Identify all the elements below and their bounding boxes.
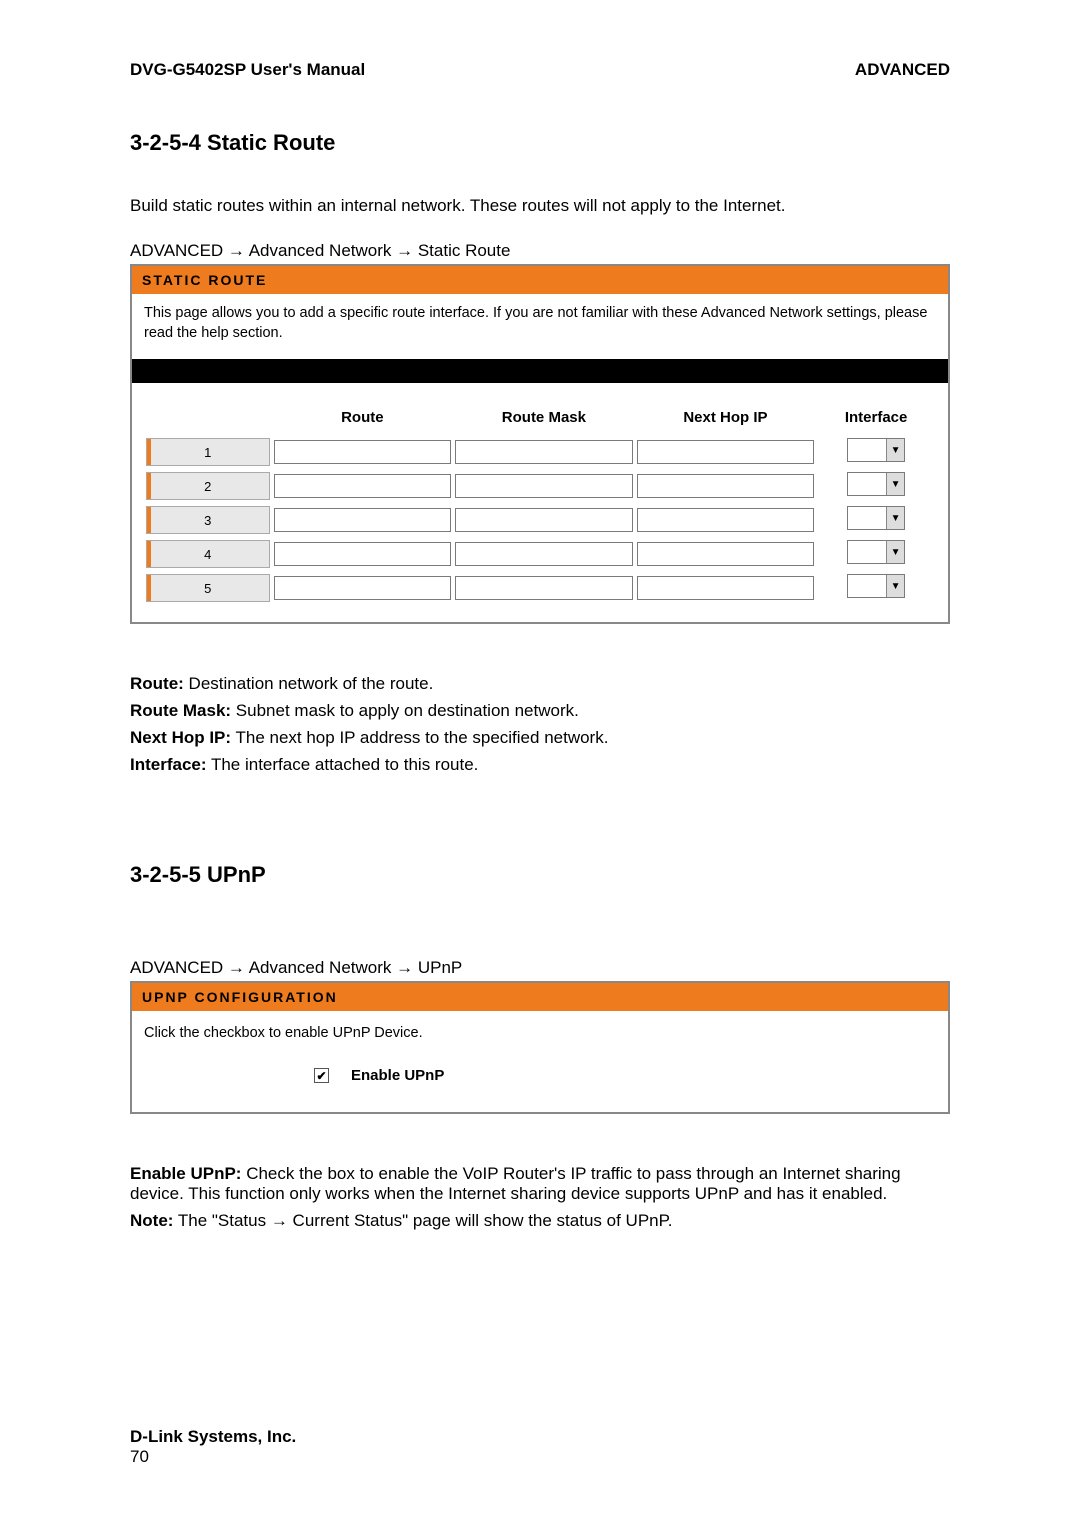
def-route-text: Destination network of the route. (184, 674, 433, 693)
table-row: 2▼ (146, 472, 934, 500)
def-route-label: Route: (130, 674, 184, 693)
mask-input[interactable] (455, 474, 633, 498)
def-enable-upnp-label: Enable UPnP: (130, 1164, 241, 1183)
page-footer: D-Link Systems, Inc. 70 (130, 1427, 296, 1467)
col-next-hop-ip: Next Hop IP (637, 409, 815, 432)
row-number: 5 (146, 574, 270, 602)
def-enable-upnp-text: Check the box to enable the VoIP Router'… (130, 1164, 901, 1203)
panel-blackbar (132, 359, 948, 383)
def-mask-text: Subnet mask to apply on destination netw… (231, 701, 579, 720)
mask-input[interactable] (455, 576, 633, 600)
col-interface: Interface (818, 409, 934, 432)
upnp-heading: 3-2-5-5 UPnP (130, 862, 950, 888)
static-route-breadcrumb: ADVANCED → Advanced Network → Static Rou… (130, 241, 950, 261)
row-number: 4 (146, 540, 270, 568)
def-nexthop-text: The next hop IP address to the specified… (231, 728, 608, 747)
route-input[interactable] (274, 576, 452, 600)
row-number: 1 (146, 438, 270, 466)
table-row: 5▼ (146, 574, 934, 602)
route-input[interactable] (274, 440, 452, 464)
enable-upnp-label: Enable UPnP (351, 1067, 444, 1084)
footer-company: D-Link Systems, Inc. (130, 1427, 296, 1447)
nexthop-input[interactable] (637, 440, 815, 464)
upnp-panel-title: UPNP CONFIGURATION (132, 983, 948, 1011)
static-route-panel: STATIC ROUTE This page allows you to add… (130, 264, 950, 624)
interface-select[interactable]: ▼ (847, 540, 905, 564)
def-mask-label: Route Mask: (130, 701, 231, 720)
chevron-down-icon[interactable]: ▼ (886, 541, 904, 563)
nexthop-input[interactable] (637, 576, 815, 600)
chevron-down-icon[interactable]: ▼ (886, 507, 904, 529)
table-row: 3▼ (146, 506, 934, 534)
route-input[interactable] (274, 474, 452, 498)
upnp-panel-desc: Click the checkbox to enable UPnP Device… (144, 1025, 936, 1041)
interface-select[interactable]: ▼ (847, 574, 905, 598)
mask-input[interactable] (455, 542, 633, 566)
mask-input[interactable] (455, 440, 633, 464)
nexthop-input[interactable] (637, 542, 815, 566)
static-route-intro: Build static routes within an internal n… (130, 196, 950, 216)
note-text: The "Status → Current Status" page will … (173, 1211, 672, 1230)
section-tag: ADVANCED (855, 60, 950, 80)
def-iface-text: The interface attached to this route. (207, 755, 479, 774)
nexthop-input[interactable] (637, 474, 815, 498)
manual-title: DVG-G5402SP User's Manual (130, 60, 365, 80)
table-row: 1▼ (146, 438, 934, 466)
note-label: Note: (130, 1211, 173, 1230)
enable-upnp-checkbox[interactable]: ✔ (314, 1068, 329, 1083)
mask-input[interactable] (455, 508, 633, 532)
footer-page-number: 70 (130, 1447, 149, 1466)
route-input[interactable] (274, 508, 452, 532)
upnp-panel: UPNP CONFIGURATION Click the checkbox to… (130, 981, 950, 1114)
interface-select[interactable]: ▼ (847, 438, 905, 462)
static-route-table: Route Route Mask Next Hop IP Interface 1… (142, 403, 938, 608)
def-iface-label: Interface: (130, 755, 207, 774)
nexthop-input[interactable] (637, 508, 815, 532)
col-route: Route (274, 409, 452, 432)
route-input[interactable] (274, 542, 452, 566)
interface-select[interactable]: ▼ (847, 506, 905, 530)
chevron-down-icon[interactable]: ▼ (886, 473, 904, 495)
upnp-breadcrumb: ADVANCED → Advanced Network → UPnP (130, 958, 950, 978)
static-route-panel-desc: This page allows you to add a specific r… (132, 294, 948, 359)
static-route-panel-title: STATIC ROUTE (132, 266, 948, 294)
def-nexthop-label: Next Hop IP: (130, 728, 231, 747)
chevron-down-icon[interactable]: ▼ (886, 575, 904, 597)
row-number: 2 (146, 472, 270, 500)
chevron-down-icon[interactable]: ▼ (886, 439, 904, 461)
col-route-mask: Route Mask (455, 409, 633, 432)
table-row: 4▼ (146, 540, 934, 568)
row-number: 3 (146, 506, 270, 534)
interface-select[interactable]: ▼ (847, 472, 905, 496)
static-route-heading: 3-2-5-4 Static Route (130, 130, 950, 156)
